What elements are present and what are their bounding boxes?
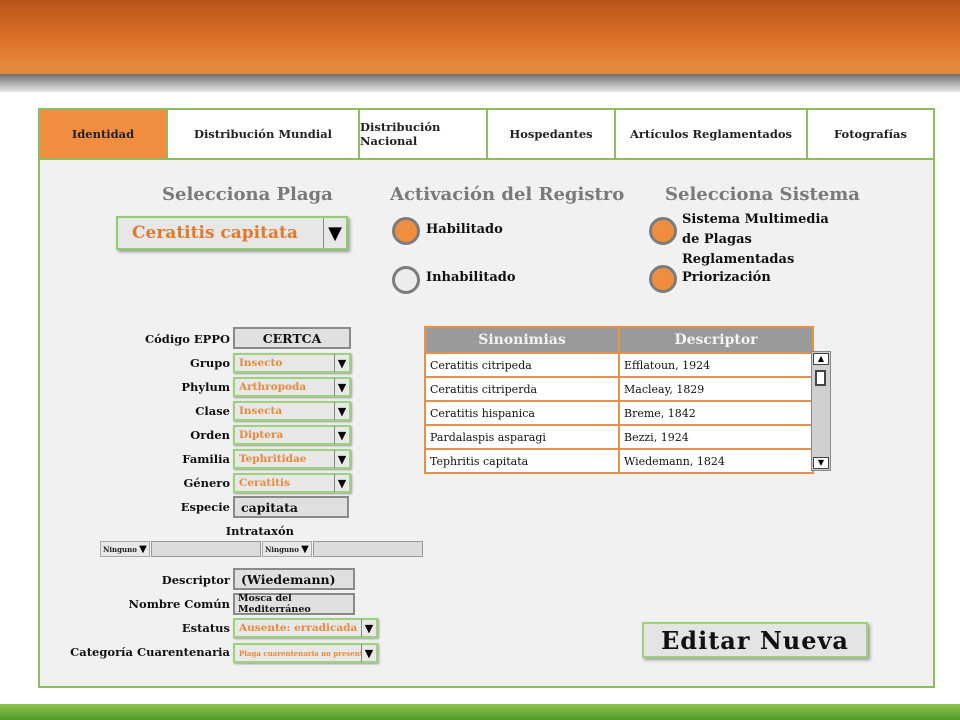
clase-select[interactable]: Insecta ▼ [233, 401, 351, 421]
tab-distribucion-mundial[interactable]: Distribución Mundial [168, 110, 360, 158]
orden-value: Diptera [239, 429, 284, 441]
table-cell-sinonimia: Tephritis capitata [424, 448, 620, 474]
label-phylum: Phylum [181, 380, 230, 394]
scroll-up-icon[interactable]: ▲ [813, 353, 829, 365]
radio-habilitado[interactable] [392, 217, 420, 245]
label-estatus: Estatus [181, 621, 230, 635]
table-cell-descriptor: Efflatoun, 1924 [618, 352, 814, 378]
chevron-down-icon: ▼ [334, 474, 349, 492]
label-inhabilitado: Inhabilitado [426, 270, 516, 285]
top-banner-shadow [0, 74, 960, 92]
table-row[interactable]: Ceratitis citripeda Efflatoun, 1924 [424, 352, 814, 378]
intrataxon-field-2[interactable] [313, 541, 423, 557]
tab-identidad[interactable]: Identidad [40, 110, 168, 158]
table-cell-descriptor: Breme, 1842 [618, 400, 814, 426]
intrataxon-select-1[interactable]: Ninguno ▼ [100, 541, 150, 557]
column-header-descriptor: Descriptor [618, 326, 814, 354]
label-categoria-cuarentenaria: Categoría Cuarentenaria [70, 645, 230, 659]
bottom-banner [0, 704, 960, 720]
label-grupo: Grupo [190, 356, 230, 370]
grupo-value: Insecto [239, 357, 283, 369]
familia-value: Tephritidae [239, 453, 307, 465]
column-header-sinonimias: Sinonimias [424, 326, 620, 354]
tab-fotografias[interactable]: Fotografías [808, 110, 933, 158]
heading-selecciona-plaga: Selecciona Plaga [162, 184, 333, 205]
chevron-down-icon: ▼ [334, 354, 349, 372]
heading-activacion-registro: Activación del Registro [390, 184, 625, 205]
radio-sistema-multimedia[interactable] [649, 217, 677, 245]
tab-distribucion-nacional[interactable]: Distribución Nacional [360, 110, 488, 158]
genero-select[interactable]: Ceratitis ▼ [233, 473, 351, 493]
grupo-select[interactable]: Insecto ▼ [233, 353, 351, 373]
chevron-down-icon: ▼ [334, 378, 349, 396]
main-panel: Identidad Distribución Mundial Distribuc… [38, 108, 935, 688]
table-row[interactable]: Pardalaspis asparagi Bezzi, 1924 [424, 424, 814, 450]
chevron-down-icon: ▼ [139, 543, 147, 555]
label-codigo-eppo: Código EPPO [144, 332, 230, 346]
table-cell-sinonimia: Ceratitis citripeda [424, 352, 620, 378]
phylum-value: Arthropoda [239, 381, 307, 393]
label-familia: Familia [182, 452, 230, 466]
label-descriptor: Descriptor [161, 573, 230, 587]
table-cell-sinonimia: Pardalaspis asparagi [424, 424, 620, 450]
intrataxon-field-1[interactable] [151, 541, 261, 557]
plaga-select[interactable]: Ceratitis capitata ▼ [116, 216, 348, 250]
plaga-select-value: Ceratitis capitata [132, 223, 298, 243]
table-cell-descriptor: Macleay, 1829 [618, 376, 814, 402]
tab-hospedantes[interactable]: Hospedantes [488, 110, 616, 158]
chevron-down-icon: ▼ [301, 543, 309, 555]
codigo-eppo-field: CERTCA [233, 327, 351, 349]
chevron-down-icon: ▼ [334, 402, 349, 420]
table-row[interactable]: Ceratitis citriperda Macleay, 1829 [424, 376, 814, 402]
radio-inhabilitado[interactable] [392, 266, 420, 294]
clase-value: Insecta [239, 405, 283, 417]
table-row[interactable]: Ceratitis hispanica Breme, 1842 [424, 400, 814, 426]
table-cell-sinonimia: Ceratitis citriperda [424, 376, 620, 402]
table-cell-sinonimia: Ceratitis hispanica [424, 400, 620, 426]
scrollbar-thumb[interactable] [815, 370, 826, 386]
intrataxon-select-2-value: Ninguno [265, 544, 299, 554]
heading-selecciona-sistema: Selecciona Sistema [665, 184, 860, 205]
editar-nueva-button[interactable]: Editar Nueva [642, 622, 868, 658]
intrataxon-select-1-value: Ninguno [103, 544, 137, 554]
label-habilitado: Habilitado [426, 222, 503, 237]
phylum-select[interactable]: Arthropoda ▼ [233, 377, 351, 397]
familia-select[interactable]: Tephritidae ▼ [233, 449, 351, 469]
genero-value: Ceratitis [239, 477, 290, 489]
chevron-down-icon: ▼ [361, 619, 376, 637]
label-genero: Género [183, 476, 230, 490]
label-nombre-comun: Nombre Común [128, 597, 230, 611]
tab-articulos-reglamentados[interactable]: Artículos Reglamentados [616, 110, 808, 158]
chevron-down-icon: ▼ [334, 450, 349, 468]
estatus-value: Ausente: erradicada [239, 622, 358, 634]
label-priorizacion: Priorización [682, 270, 771, 285]
synonyms-scrollbar[interactable]: ▲ ▼ [811, 351, 831, 471]
table-cell-descriptor: Bezzi, 1924 [618, 424, 814, 450]
table-cell-descriptor: Wiedemann, 1824 [618, 448, 814, 474]
label-intrataxon: Intrataxón [225, 524, 294, 538]
estatus-select[interactable]: Ausente: erradicada ▼ [233, 618, 378, 638]
label-orden: Orden [190, 428, 230, 442]
synonyms-table: Sinonimias Descriptor Ceratitis citriped… [424, 326, 814, 474]
radio-priorizacion[interactable] [649, 265, 677, 293]
categoria-select[interactable]: Plaga cuarentenaria no presente ▼ [233, 643, 378, 663]
scroll-down-icon[interactable]: ▼ [813, 457, 829, 469]
nombre-comun-field: Mosca del Mediterráneo [233, 593, 355, 615]
table-header-row: Sinonimias Descriptor [424, 326, 814, 354]
chevron-down-icon: ▼ [334, 426, 349, 444]
label-clase: Clase [195, 404, 230, 418]
categoria-value: Plaga cuarentenaria no presente [239, 648, 361, 658]
chevron-down-icon: ▼ [323, 218, 346, 248]
label-especie: Especie [180, 500, 230, 514]
intrataxon-select-2[interactable]: Ninguno ▼ [262, 541, 312, 557]
chevron-down-icon: ▼ [361, 644, 376, 662]
table-row[interactable]: Tephritis capitata Wiedemann, 1824 [424, 448, 814, 474]
descriptor-field: (Wiedemann) [233, 568, 355, 590]
tab-bar: Identidad Distribución Mundial Distribuc… [40, 110, 933, 160]
especie-field: capitata [233, 496, 349, 518]
label-sistema-multimedia: Sistema Multimedia de Plagas Reglamentad… [682, 212, 829, 267]
orden-select[interactable]: Diptera ▼ [233, 425, 351, 445]
